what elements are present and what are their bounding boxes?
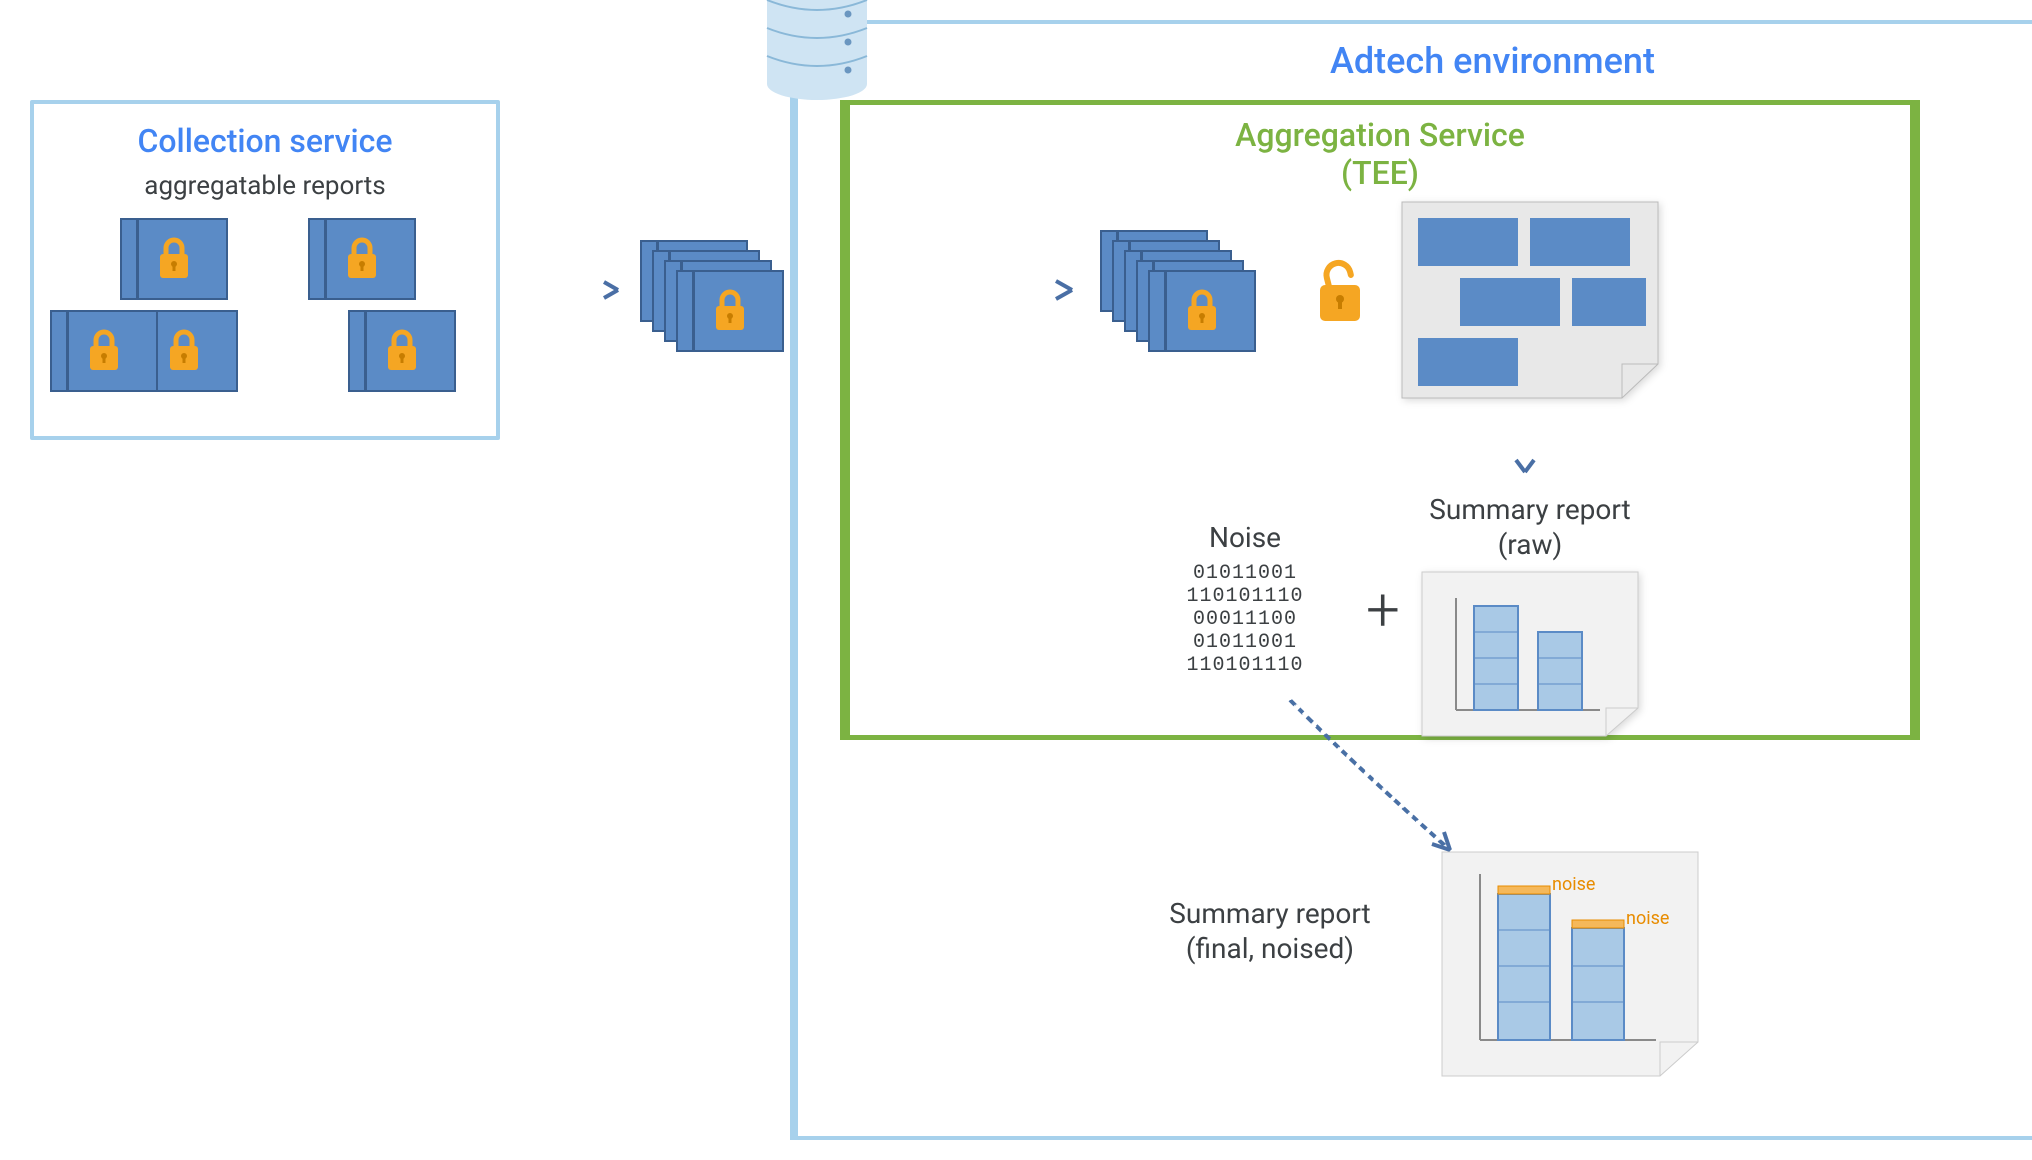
tee-title-line2: (TEE)	[1341, 154, 1419, 192]
unlock-icon	[1310, 255, 1368, 327]
summary-final-line2: (final, noised)	[1186, 932, 1354, 965]
noise-tag: noise	[1552, 874, 1595, 895]
arrow-icon	[506, 270, 636, 310]
collection-service-title: Collection service	[34, 122, 496, 160]
locked-report-icon	[1148, 270, 1256, 352]
arrow-icon	[1270, 690, 1490, 870]
diagram-canvas: Adtech environment Aggregation Service (…	[0, 0, 2032, 1160]
summary-final-card: noise noise	[1440, 850, 1700, 1080]
decrypted-data-card	[1400, 200, 1660, 400]
summary-raw-line1: Summary report	[1429, 493, 1630, 526]
aggregation-service-title: Aggregation Service (TEE)	[1070, 116, 1690, 192]
locked-report-icon	[348, 310, 456, 392]
locked-report-icon	[50, 310, 158, 392]
tee-title-line1: Aggregation Service	[1235, 116, 1525, 154]
noise-bits: 01011001 110101110 00011100 01011001 110…	[1140, 562, 1350, 677]
summary-final-line1: Summary report	[1169, 897, 1370, 930]
noise-bit-row: 110101110	[1140, 585, 1350, 608]
lock-icon	[711, 288, 749, 334]
noise-bit-row: 01011001	[1140, 562, 1350, 585]
lock-icon	[155, 236, 193, 282]
arrow-icon	[1500, 408, 1550, 488]
lock-icon	[1183, 288, 1221, 334]
summary-raw-label: Summary report (raw)	[1400, 492, 1660, 562]
noise-tag: noise	[1626, 908, 1669, 929]
lock-icon	[85, 328, 123, 374]
summary-raw-line2: (raw)	[1498, 528, 1563, 561]
aggregatable-reports-label: aggregatable reports	[34, 170, 496, 203]
summary-final-label: Summary report (final, noised)	[1120, 896, 1420, 966]
lock-icon	[165, 328, 203, 374]
noise-bit-row: 00011100	[1140, 608, 1350, 631]
database-icon	[760, 0, 874, 102]
plus-icon: +	[1366, 574, 1400, 645]
arrow-icon	[800, 270, 1090, 310]
batched-reports-stack	[640, 240, 800, 350]
lock-icon	[343, 236, 381, 282]
adtech-environment-title: Adtech environment	[1330, 40, 1655, 82]
locked-report-icon	[308, 218, 416, 300]
noise-bit-row: 01011001	[1140, 631, 1350, 654]
locked-report-icon	[676, 270, 784, 352]
locked-report-icon	[120, 218, 228, 300]
tee-encrypted-reports-stack	[1100, 230, 1270, 350]
noise-label: Noise	[1140, 520, 1350, 555]
lock-icon	[383, 328, 421, 374]
noise-bit-row: 110101110	[1140, 654, 1350, 677]
